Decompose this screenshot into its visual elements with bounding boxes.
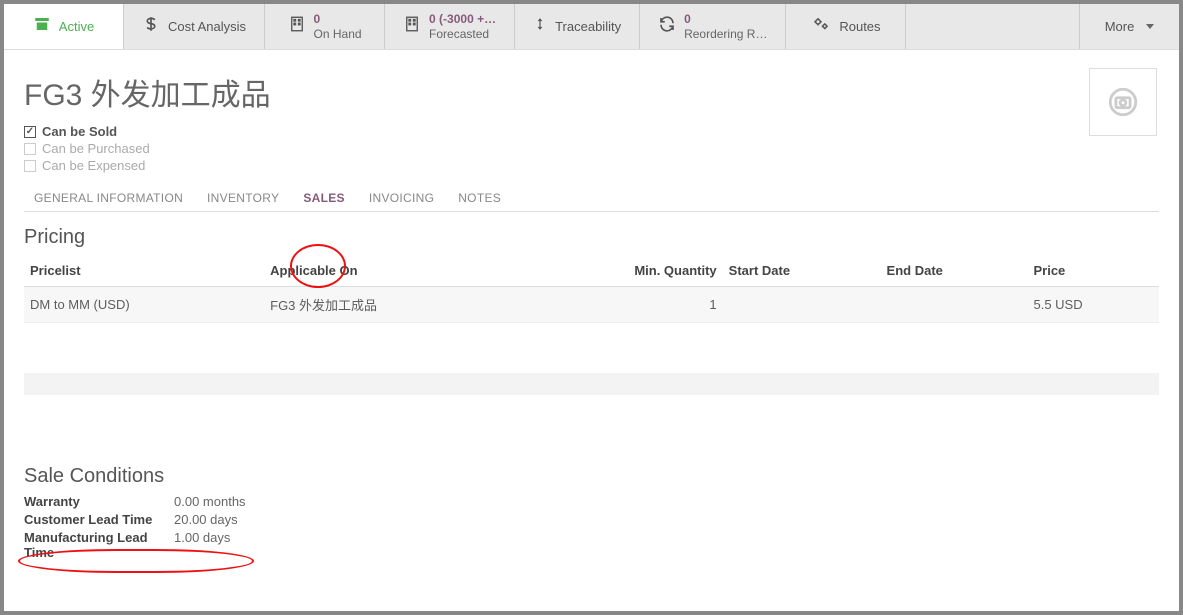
toolbar-cost[interactable]: Cost Analysis: [124, 4, 265, 49]
toolbar-more-label: More: [1105, 19, 1135, 34]
refresh-icon: [658, 15, 676, 39]
toolbar-cost-label: Cost Analysis: [168, 19, 246, 34]
cond-mfg-label: Manufacturing Lead Time: [24, 530, 174, 560]
th-pricelist: Pricelist: [24, 255, 264, 287]
toolbar-forecast[interactable]: 0 (-3000 +… Forecasted: [385, 4, 515, 49]
table-row[interactable]: DM to MM (USD) FG3 外发加工成品 1 5.5 USD: [24, 287, 1159, 323]
toolbar-onhand[interactable]: 0 On Hand: [265, 4, 385, 49]
table-footer-row: [24, 373, 1159, 395]
th-applicable: Applicable On: [264, 255, 520, 287]
toolbar-active[interactable]: Active: [4, 4, 124, 49]
cond-warranty: Warranty 0.00 months: [24, 494, 1159, 509]
building-icon: [403, 15, 421, 39]
tab-notes[interactable]: NOTES: [458, 185, 501, 211]
product-image-placeholder[interactable]: [1089, 68, 1157, 136]
toolbar-reorder[interactable]: 0 Reordering R…: [640, 4, 786, 49]
th-end: End Date: [881, 255, 1028, 287]
cond-warranty-label: Warranty: [24, 494, 174, 509]
toolbar-more[interactable]: More: [1079, 4, 1179, 49]
tab-inventory[interactable]: INVENTORY: [207, 185, 279, 211]
checkbox-empty-icon: [24, 160, 36, 172]
cond-warranty-value: 0.00 months: [174, 494, 246, 509]
archive-icon: [33, 15, 51, 39]
conditions-title: Sale Conditions: [24, 465, 1159, 488]
tab-sales[interactable]: SALES: [303, 185, 345, 211]
cond-lead: Customer Lead Time 20.00 days: [24, 512, 1159, 527]
building-icon: [288, 15, 306, 39]
checkmark-icon: ✓: [24, 126, 36, 138]
gears-icon: [811, 15, 831, 39]
toolbar-routes[interactable]: Routes: [786, 4, 906, 49]
arrows-v-icon: [533, 14, 547, 40]
th-start: Start Date: [723, 255, 881, 287]
checkbox-can-be-purchased[interactable]: Can be Purchased: [24, 141, 1159, 156]
cond-lead-value: 20.00 days: [174, 512, 238, 527]
toolbar-trace[interactable]: Traceability: [515, 4, 640, 49]
dollar-icon: [142, 13, 160, 41]
td-end: [881, 287, 1028, 323]
page-title: FG3 外发加工成品: [24, 70, 1159, 114]
chevron-down-icon: [1146, 24, 1154, 29]
cond-lead-label: Customer Lead Time: [24, 512, 174, 527]
onhand-number: 0: [314, 12, 362, 26]
checkbox-sold-label: Can be Sold: [42, 124, 117, 139]
reorder-number: 0: [684, 12, 767, 26]
th-price: Price: [1027, 255, 1159, 287]
tab-general[interactable]: GENERAL INFORMATION: [34, 185, 183, 211]
checkbox-can-be-expensed[interactable]: Can be Expensed: [24, 158, 1159, 173]
tab-invoicing[interactable]: INVOICING: [369, 185, 434, 211]
toolbar-routes-label: Routes: [839, 19, 880, 34]
toolbar-trace-label: Traceability: [555, 19, 621, 34]
checkbox-can-be-sold[interactable]: ✓ Can be Sold: [24, 124, 1159, 139]
checkbox-empty-icon: [24, 143, 36, 155]
pricing-table: Pricelist Applicable On Min. Quantity St…: [24, 255, 1159, 323]
td-price: 5.5 USD: [1027, 287, 1159, 323]
th-minqty: Min. Quantity: [520, 255, 723, 287]
pricing-title: Pricing: [24, 226, 1159, 249]
forecast-label: Forecasted: [429, 27, 496, 41]
reorder-label: Reordering R…: [684, 27, 767, 41]
td-minqty: 1: [520, 287, 723, 323]
td-pricelist: DM to MM (USD): [24, 287, 264, 323]
onhand-label: On Hand: [314, 27, 362, 41]
checkbox-expensed-label: Can be Expensed: [42, 158, 145, 173]
td-applicable: FG3 外发加工成品: [264, 287, 520, 323]
td-start: [723, 287, 881, 323]
cond-mfg-value: 1.00 days: [174, 530, 230, 560]
cond-mfg: Manufacturing Lead Time 1.00 days: [24, 530, 1159, 560]
toolbar-active-label: Active: [59, 19, 94, 34]
checkbox-purchased-label: Can be Purchased: [42, 141, 150, 156]
forecast-number: 0 (-3000 +…: [429, 12, 496, 26]
